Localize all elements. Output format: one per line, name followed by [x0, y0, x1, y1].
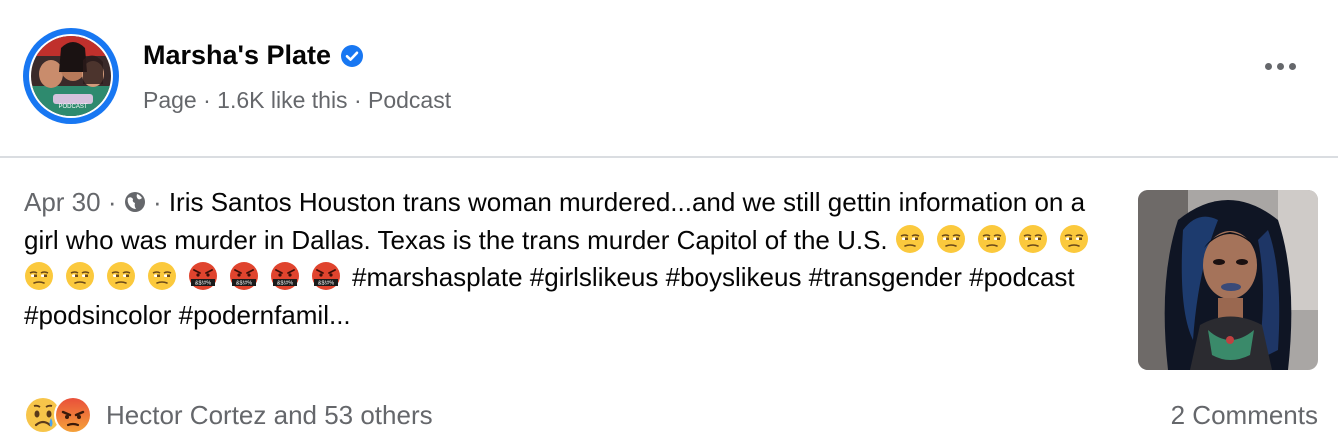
header-divider [0, 156, 1338, 158]
more-options-button[interactable] [1265, 63, 1296, 70]
unamused-face-emoji-icon [977, 224, 1007, 254]
reactions-text[interactable]: Hector Cortez and 53 others [106, 400, 433, 431]
post-date[interactable]: Apr 30 [24, 187, 101, 217]
unamused-face-emoji-icon [65, 261, 95, 291]
separator: · [100, 187, 124, 217]
cursing-symbols: &$!#% [195, 281, 211, 287]
post-thumbnail[interactable] [1138, 190, 1318, 370]
avatar-caption: PODCAST [58, 104, 87, 110]
cursing-face-emoji-icon: &$!#% [270, 261, 300, 291]
reactions-summary[interactable]: Hector Cortez and 53 others [24, 396, 433, 434]
unamused-face-emoji-icon [895, 224, 925, 254]
dot-icon [1289, 63, 1296, 70]
cursing-symbols: &$!#% [318, 281, 334, 287]
unamused-face-emoji-icon [1018, 224, 1048, 254]
angry-reaction-icon [54, 396, 92, 434]
cursing-face-emoji-icon: &$!#% [188, 261, 218, 291]
unamused-face-emoji-icon [147, 261, 177, 291]
avatar-photo: PODCAST [31, 36, 111, 116]
cursing-symbols: &$!#% [277, 281, 293, 287]
verified-badge-icon [340, 44, 364, 68]
page-meta: Page · 1.6K like this · Podcast [143, 87, 452, 113]
cursing-face-emoji-icon: &$!#% [229, 261, 259, 291]
unamused-face-emoji-icon [936, 224, 966, 254]
page-avatar[interactable]: PODCAST [23, 28, 119, 124]
comments-count-link[interactable]: 2 Comments [1171, 400, 1318, 431]
globe-icon [124, 186, 146, 212]
post-body[interactable]: Apr 30 · · Iris Santos Houston trans wom… [24, 184, 1109, 334]
dot-icon [1277, 63, 1284, 70]
post-header: PODCAST Marsha's Plate Page · 1.6K like … [0, 0, 1338, 156]
unamused-face-emoji-icon [24, 261, 54, 291]
page-name[interactable]: Marsha's Plate [143, 40, 331, 71]
unamused-face-emoji-icon [1059, 224, 1089, 254]
cursing-face-emoji-icon: &$!#% [311, 261, 341, 291]
hashtag-marshasplate[interactable]: #marshasplate [352, 262, 523, 292]
cursing-symbols: &$!#% [236, 281, 252, 287]
separator: · [145, 187, 169, 217]
dot-icon [1265, 63, 1272, 70]
unamused-face-emoji-icon [106, 261, 136, 291]
